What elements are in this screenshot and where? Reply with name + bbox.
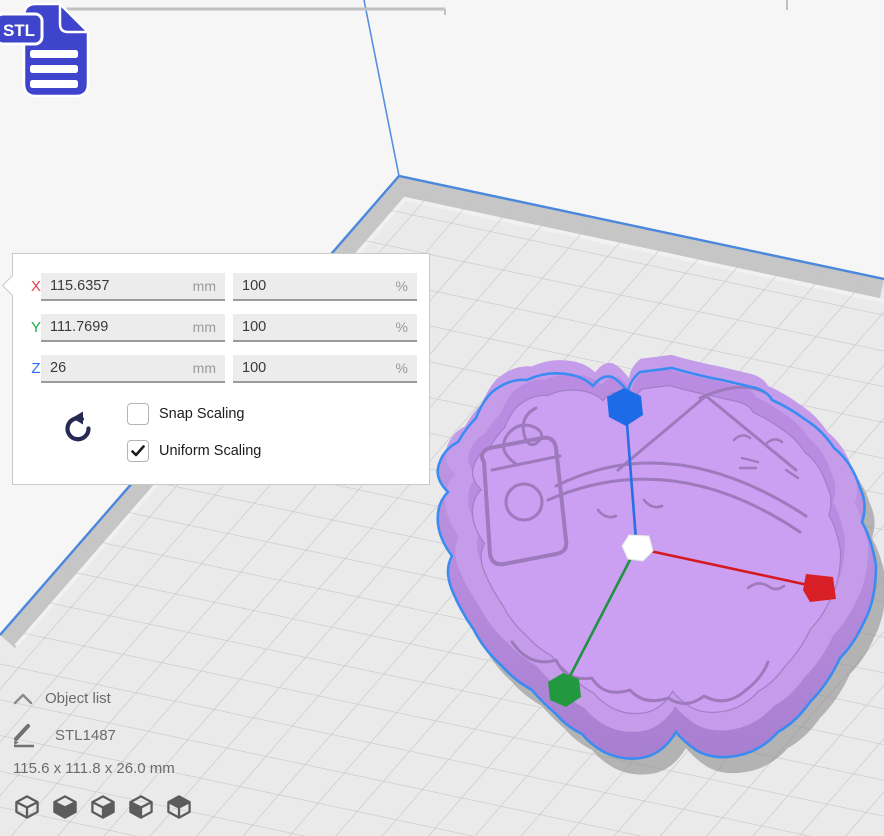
scale-tool-panel: X mm % Y mm % Z mm % Snap Scaling <box>1 253 430 485</box>
unit-percent: % <box>395 319 408 335</box>
snap-scaling-checkbox[interactable] <box>127 403 149 425</box>
view-top-button[interactable] <box>88 792 118 822</box>
unit-mm: mm <box>192 360 216 376</box>
view-left-button[interactable] <box>126 792 156 822</box>
view-front-button[interactable] <box>50 792 80 822</box>
stl-badge-label: STL <box>3 21 35 40</box>
view-orientation-toolbar <box>12 792 194 822</box>
object-name[interactable]: STL1487 <box>55 727 116 744</box>
scale-x-percent-input[interactable] <box>233 278 396 294</box>
unit-mm: mm <box>192 278 216 294</box>
cube-3d-icon <box>15 795 39 819</box>
object-list-label[interactable]: Object list <box>45 690 111 707</box>
scale-z-mm-input[interactable] <box>41 360 193 376</box>
cube-front-icon <box>53 795 77 819</box>
scale-x-mm-input[interactable] <box>41 278 193 294</box>
cube-top-icon <box>91 795 115 819</box>
reset-arrow-icon <box>65 411 91 442</box>
scale-y-percent-input[interactable] <box>233 319 396 335</box>
cube-left-icon <box>129 795 153 819</box>
uniform-scaling-checkbox[interactable] <box>127 440 149 462</box>
scale-handle-x[interactable] <box>803 574 836 602</box>
view-right-button[interactable] <box>164 792 194 822</box>
unit-percent: % <box>395 278 408 294</box>
reset-scale-button[interactable] <box>61 410 97 448</box>
cube-right-icon <box>167 795 191 819</box>
unit-mm: mm <box>192 319 216 335</box>
snap-scaling-label: Snap Scaling <box>159 406 245 422</box>
chevron-up-icon[interactable] <box>13 692 33 705</box>
object-dimensions: 115.6 x 111.8 x 26.0 mm <box>13 760 175 777</box>
uniform-scaling-label: Uniform Scaling <box>159 443 262 459</box>
stl-file-icon: STL <box>0 0 92 98</box>
scale-z-percent-input[interactable] <box>233 360 396 376</box>
view-3d-button[interactable] <box>12 792 42 822</box>
pencil-edit-icon[interactable] <box>12 722 38 748</box>
checkmark-icon <box>131 445 145 457</box>
unit-percent: % <box>395 360 408 376</box>
scale-y-mm-input[interactable] <box>41 319 193 335</box>
